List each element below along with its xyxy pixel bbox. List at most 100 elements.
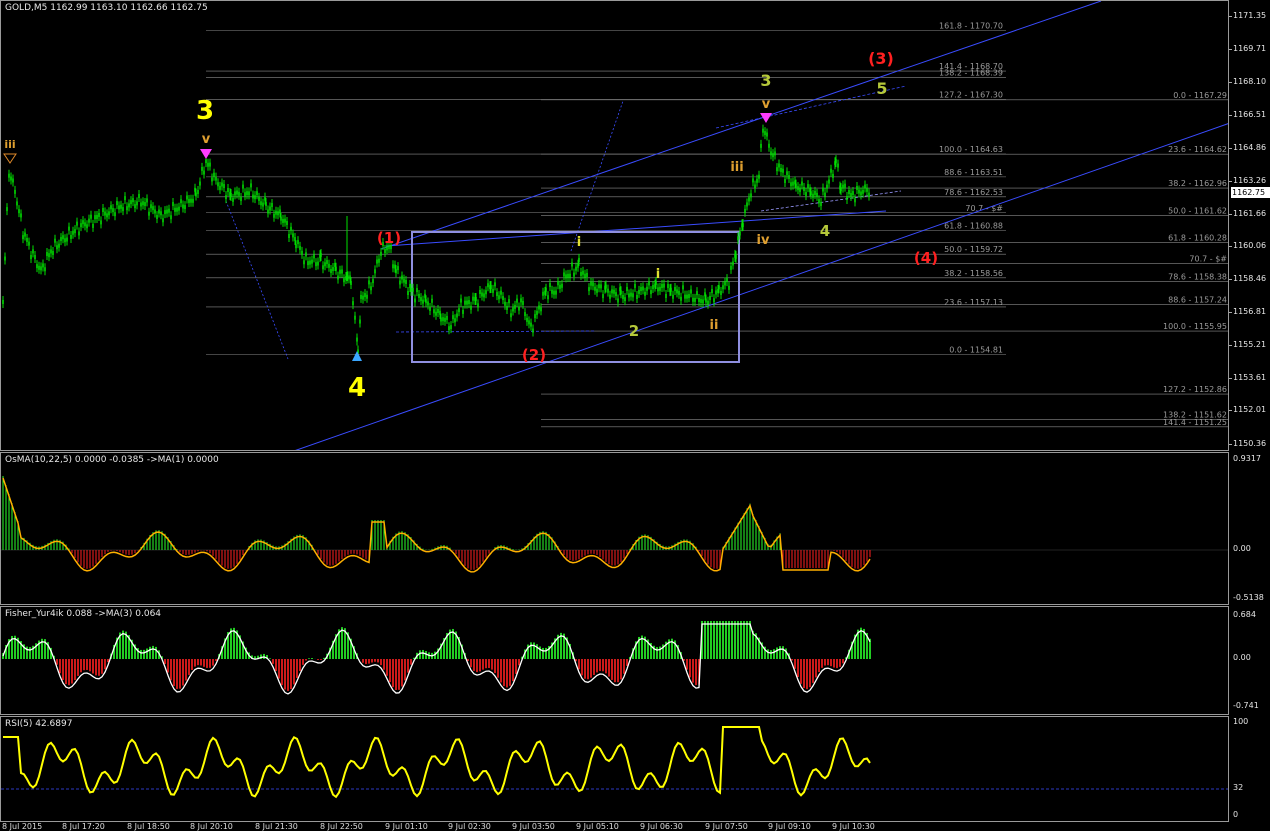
candle-body bbox=[42, 263, 44, 268]
candle-body bbox=[437, 308, 439, 313]
candle-body bbox=[273, 213, 275, 218]
candle-body bbox=[694, 297, 696, 302]
candle-body bbox=[170, 215, 172, 220]
candle-body bbox=[807, 184, 809, 189]
candle-body bbox=[545, 287, 547, 292]
candle-body bbox=[617, 298, 619, 303]
candle-body bbox=[254, 195, 256, 200]
fib-label-left: 88.6 - 1163.51 bbox=[944, 168, 1003, 177]
candle-body bbox=[446, 315, 448, 320]
candle-body bbox=[56, 245, 58, 250]
rsi-chart[interactable] bbox=[1, 717, 1229, 822]
price-tick-mark bbox=[1229, 377, 1232, 379]
candle-body bbox=[540, 307, 542, 312]
candle-body bbox=[164, 210, 166, 215]
candle-body bbox=[600, 284, 602, 289]
osma-panel[interactable]: OsMA(10,22,5) 0.0000 -0.0385 ->MA(1) 0.0… bbox=[0, 452, 1229, 605]
candle-body bbox=[250, 183, 252, 188]
candle-body bbox=[68, 226, 70, 231]
candle-body bbox=[267, 209, 269, 214]
candle-body bbox=[182, 204, 184, 209]
fisher-panel[interactable]: Fisher_Yur4ik 0.088 ->MA(3) 0.064 bbox=[0, 606, 1229, 715]
candle-body bbox=[368, 280, 370, 285]
candle-body bbox=[339, 269, 341, 274]
candle-body bbox=[840, 187, 842, 192]
candle-body bbox=[271, 203, 273, 208]
candle-body bbox=[609, 294, 611, 299]
candle-body bbox=[150, 204, 152, 209]
candle-body bbox=[494, 282, 496, 287]
candle-body bbox=[74, 229, 76, 234]
time-label: 9 Jul 07:50 bbox=[705, 822, 748, 831]
candle-body bbox=[477, 303, 479, 308]
dotted-line-2 bbox=[570, 100, 624, 252]
time-label: 8 Jul 22:50 bbox=[320, 822, 363, 831]
candle-body bbox=[460, 298, 462, 303]
price-tick: 1153.61 bbox=[1233, 372, 1267, 382]
candle-body bbox=[217, 182, 219, 187]
candle-body bbox=[732, 261, 734, 266]
candle-body bbox=[665, 294, 667, 299]
candle-body bbox=[124, 196, 126, 201]
time-label: 8 Jul 21:30 bbox=[255, 822, 298, 831]
candle-body bbox=[76, 221, 78, 226]
candle-body bbox=[315, 262, 317, 267]
candle-body bbox=[707, 300, 709, 305]
fisher-title: Fisher_Yur4ik 0.088 ->MA(3) 0.064 bbox=[5, 609, 162, 619]
candle-body bbox=[682, 285, 684, 290]
time-label: 8 Jul 2015 bbox=[2, 822, 43, 831]
candle-body bbox=[330, 268, 332, 273]
osma-signal-line bbox=[2, 477, 871, 573]
candle-body bbox=[106, 213, 108, 218]
price-panel[interactable]: 161.8 - 1170.70 141.4 - 1168.70 138.2 - 11… bbox=[0, 0, 1229, 451]
candle-body bbox=[700, 298, 702, 303]
candle-body bbox=[156, 215, 158, 220]
fisher-chart[interactable] bbox=[1, 607, 1229, 715]
candle-body bbox=[186, 195, 188, 200]
time-label: 9 Jul 09:10 bbox=[768, 822, 811, 831]
candle-body bbox=[380, 251, 382, 256]
candle-body bbox=[487, 283, 489, 288]
candle-body bbox=[337, 275, 339, 280]
candle-body bbox=[448, 326, 450, 331]
candle-body bbox=[728, 285, 730, 290]
candle-body bbox=[356, 337, 358, 342]
candle-body bbox=[322, 265, 324, 270]
candle-body bbox=[311, 259, 313, 264]
candle-body bbox=[397, 266, 399, 271]
candle-body bbox=[670, 287, 672, 292]
rsi-panel[interactable]: RSI(5) 42.6897 bbox=[0, 716, 1229, 822]
candle-body bbox=[454, 318, 456, 323]
candle-body bbox=[168, 208, 170, 213]
candle-body bbox=[442, 317, 444, 322]
price-tick-mark bbox=[1229, 49, 1232, 51]
candle-body bbox=[786, 171, 788, 176]
candle-body bbox=[862, 189, 864, 194]
candle-body bbox=[148, 211, 150, 216]
candle-body bbox=[416, 288, 418, 293]
candle-body bbox=[286, 220, 288, 225]
candle-body bbox=[80, 223, 82, 228]
candle-body bbox=[240, 197, 242, 202]
price-chart[interactable]: 161.8 - 1170.70141.4 - 1168.70138.2 - 11… bbox=[1, 1, 1229, 451]
candle-body bbox=[50, 249, 52, 254]
candle-body bbox=[466, 300, 468, 305]
candle-body bbox=[384, 248, 386, 253]
candle-body bbox=[341, 269, 343, 274]
candle-body bbox=[178, 206, 180, 211]
wave-label-v-right: v bbox=[762, 97, 771, 112]
candle-body bbox=[352, 301, 354, 306]
candle-body bbox=[326, 260, 328, 265]
osma-chart[interactable] bbox=[1, 453, 1229, 605]
candle-body bbox=[492, 288, 494, 293]
candle-body bbox=[458, 308, 460, 313]
candle-body bbox=[758, 174, 760, 179]
candle-body bbox=[307, 261, 309, 266]
candle-body bbox=[676, 289, 678, 294]
candle-body bbox=[498, 295, 500, 300]
time-label: 9 Jul 02:30 bbox=[448, 822, 491, 831]
candle-body bbox=[230, 193, 232, 198]
candle-body bbox=[374, 269, 376, 274]
candle-body bbox=[146, 198, 148, 203]
candle-body bbox=[26, 237, 28, 242]
